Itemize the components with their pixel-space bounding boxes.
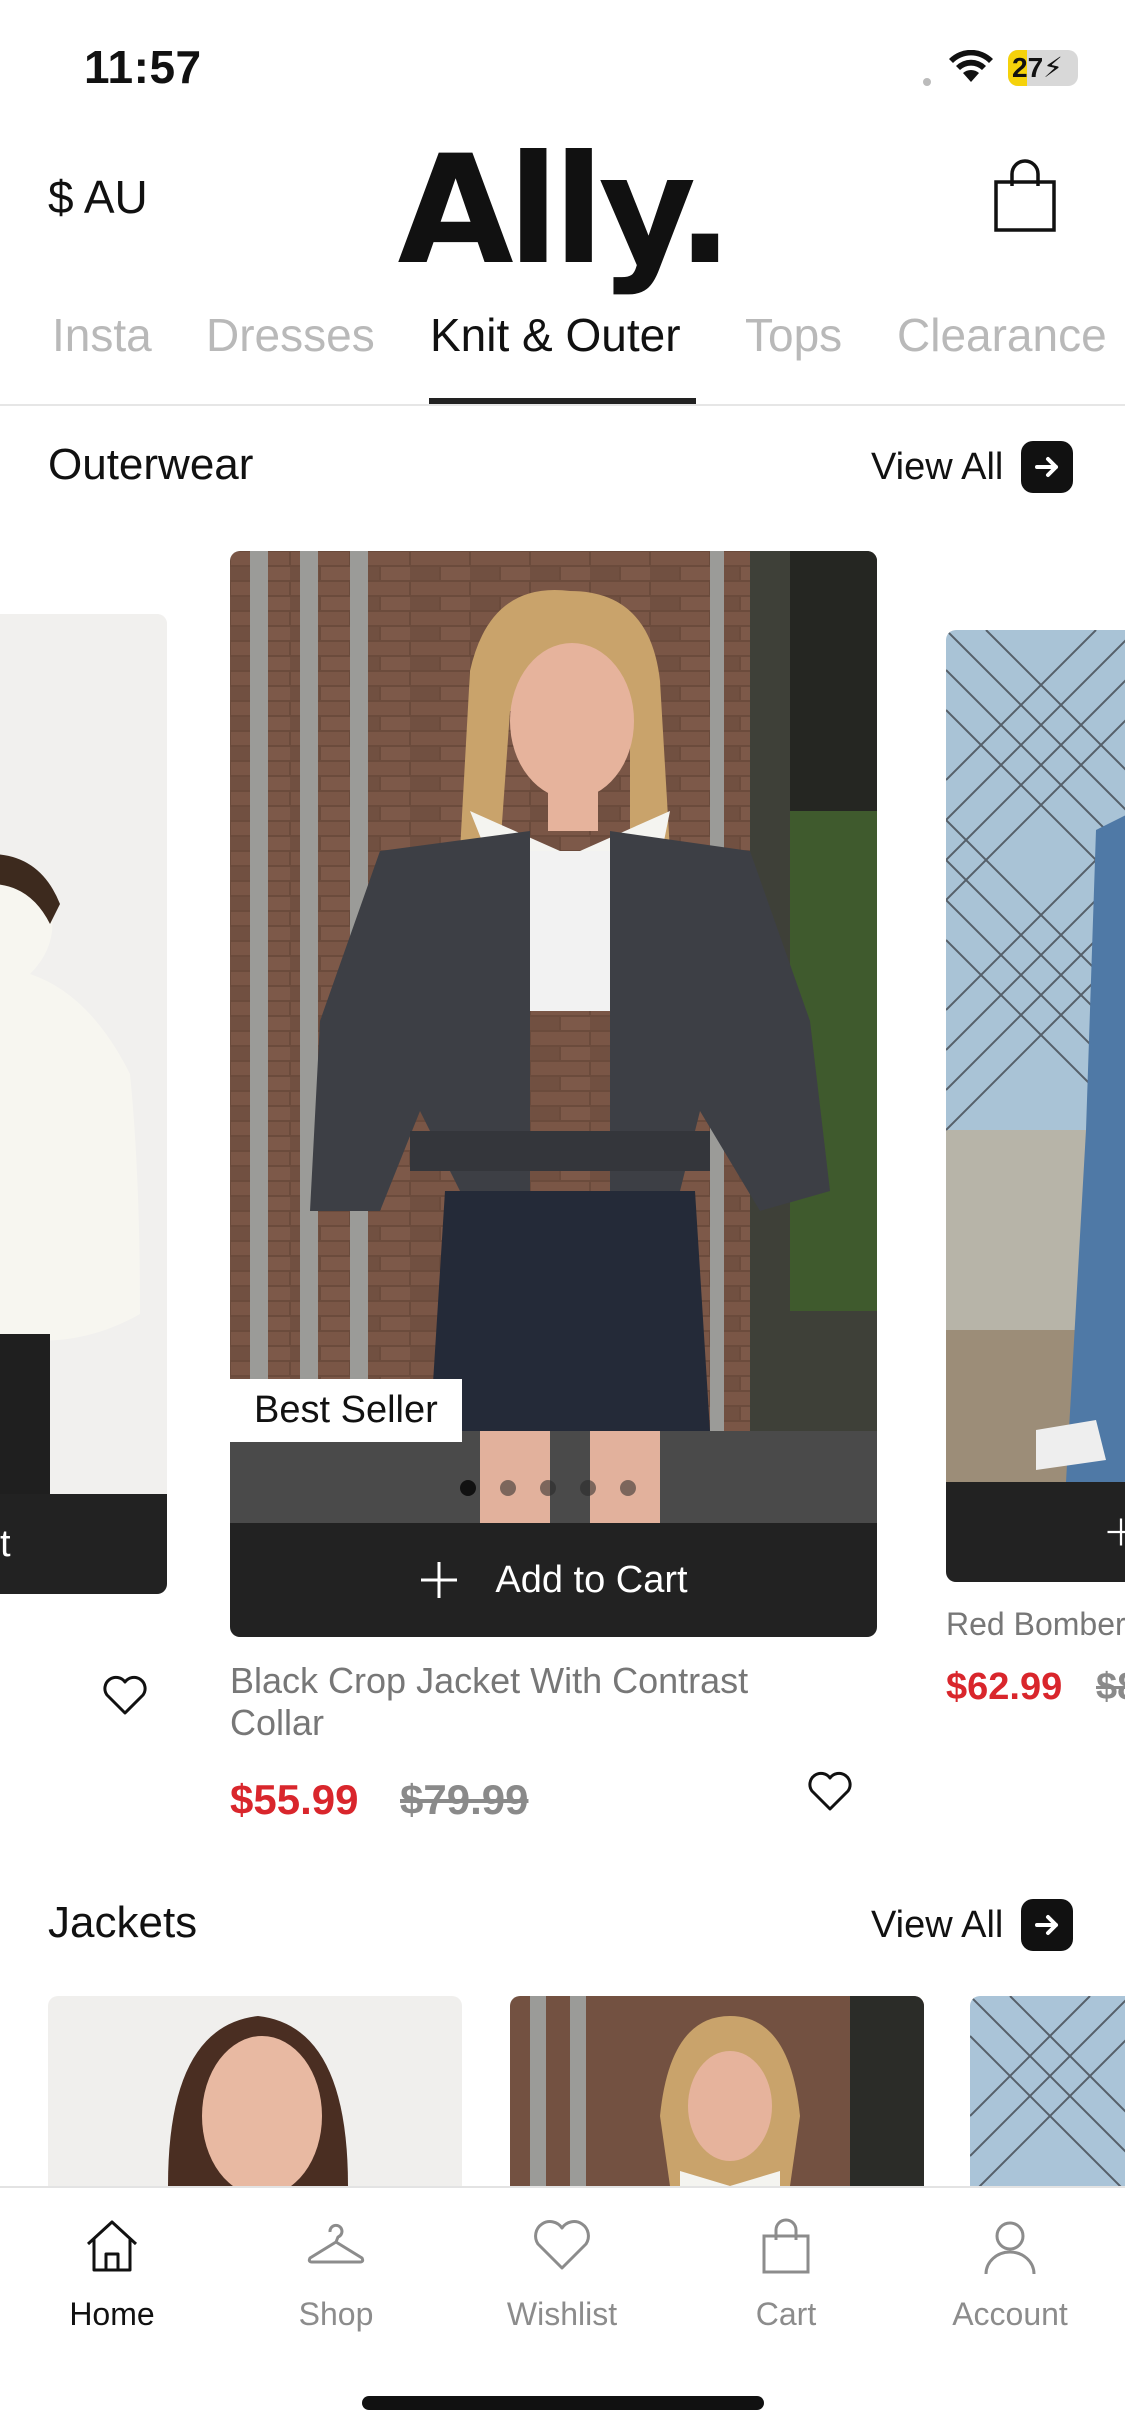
section-title-jackets: Jackets xyxy=(48,1898,198,1947)
wifi-icon xyxy=(949,50,993,82)
nav-label-wishlist: Wishlist xyxy=(506,2296,618,2332)
nav-label-account: Account xyxy=(952,2296,1068,2332)
battery-level: 27⚡ xyxy=(1012,52,1063,83)
shopping-bag-icon[interactable] xyxy=(990,158,1060,234)
product-image-red-bomber[interactable] xyxy=(946,630,1125,1482)
nav-shop[interactable]: Shop xyxy=(246,2214,426,2333)
product-photo-jacket-1 xyxy=(48,1996,462,2186)
add-to-cart-button-right[interactable] xyxy=(946,1482,1125,1582)
section-title-outerwear: Outerwear xyxy=(48,440,254,489)
product-name-right[interactable]: Red Bomber xyxy=(946,1603,1125,1645)
sale-price: $55.99 xyxy=(230,1776,359,1823)
original-price: $79.99 xyxy=(400,1776,529,1823)
add-to-cart-label: Add to Cart xyxy=(495,1558,688,1601)
product-image-jacket-1[interactable] xyxy=(48,1996,462,2186)
product-photo-black-crop-jacket xyxy=(230,551,877,1523)
category-tabs: Insta Dresses Knit & Outer Tops Clearanc… xyxy=(0,280,1125,406)
user-icon xyxy=(984,2221,1036,2275)
nav-home[interactable]: Home xyxy=(22,2214,202,2333)
best-seller-badge: Best Seller xyxy=(230,1379,462,1442)
nav-label-shop: Shop xyxy=(298,2296,374,2332)
brand-logo[interactable]: Ally. xyxy=(0,124,1125,298)
nav-cart[interactable]: Cart xyxy=(696,2214,876,2333)
tab-dresses[interactable]: Dresses xyxy=(206,308,375,362)
plus-icon xyxy=(421,1562,458,1598)
bag-icon xyxy=(762,2218,810,2274)
product-name[interactable]: Black Crop Jacket With Contrast Collar xyxy=(230,1660,830,1744)
add-to-cart-button-left[interactable]: t xyxy=(0,1494,167,1594)
product-image-jacket-3[interactable] xyxy=(970,1996,1125,2186)
product-image-left[interactable] xyxy=(0,614,167,1494)
product-photo-jacket-3 xyxy=(970,1996,1125,2186)
product-photo-jacket-2 xyxy=(510,1996,924,2186)
original-price-right: $8 xyxy=(1096,1666,1125,1708)
battery-indicator: 27⚡ xyxy=(1008,50,1078,86)
wishlist-heart-icon-left[interactable] xyxy=(102,1674,148,1716)
arrow-right-icon xyxy=(1021,1899,1074,1951)
tab-clearance[interactable]: Clearance xyxy=(897,308,1107,362)
carousel-dot[interactable] xyxy=(500,1480,516,1496)
carousel-dot[interactable] xyxy=(620,1480,636,1496)
plus-icon xyxy=(1107,1518,1125,1546)
carousel-dot[interactable] xyxy=(580,1480,596,1496)
nav-account[interactable]: Account xyxy=(920,2214,1100,2333)
home-indicator[interactable] xyxy=(362,2396,764,2410)
wishlist-heart-icon[interactable] xyxy=(807,1770,853,1812)
sale-price-right: $62.99 xyxy=(946,1666,1063,1708)
product-photo-left xyxy=(0,614,167,1494)
tab-knit-outer[interactable]: Knit & Outer xyxy=(430,308,681,362)
hanger-icon xyxy=(307,2223,365,2264)
tab-insta[interactable]: Insta xyxy=(52,308,152,362)
arrow-right-icon xyxy=(1021,441,1074,493)
carousel-dot[interactable] xyxy=(460,1480,476,1496)
status-time: 11:57 xyxy=(84,41,202,93)
view-all-label: View All xyxy=(871,1903,1004,1946)
nav-wishlist[interactable]: Wishlist xyxy=(472,2214,652,2333)
active-tab-underline xyxy=(429,398,696,404)
status-dot xyxy=(923,78,931,86)
nav-label-home: Home xyxy=(69,2296,155,2332)
home-icon xyxy=(86,2220,138,2272)
product-image-jacket-2[interactable] xyxy=(510,1996,924,2186)
nav-label-cart: Cart xyxy=(755,2296,817,2332)
add-to-cart-label-left: t xyxy=(0,1522,11,1565)
add-to-cart-button[interactable]: Add to Cart xyxy=(230,1523,877,1637)
view-all-label: View All xyxy=(871,445,1004,488)
status-bar: 11:57 27⚡ xyxy=(0,0,1125,130)
tab-tops[interactable]: Tops xyxy=(745,308,842,362)
product-image-black-crop-jacket[interactable] xyxy=(230,551,877,1523)
view-all-outerwear-button[interactable]: View All xyxy=(871,441,1074,493)
view-all-jackets-button[interactable]: View All xyxy=(871,1899,1074,1951)
carousel-dot[interactable] xyxy=(540,1480,556,1496)
image-carousel-dots xyxy=(460,1480,636,1496)
heart-icon xyxy=(534,2220,590,2270)
product-photo-red-bomber xyxy=(946,630,1125,1482)
app-header: $ AU Ally. xyxy=(0,124,1125,298)
